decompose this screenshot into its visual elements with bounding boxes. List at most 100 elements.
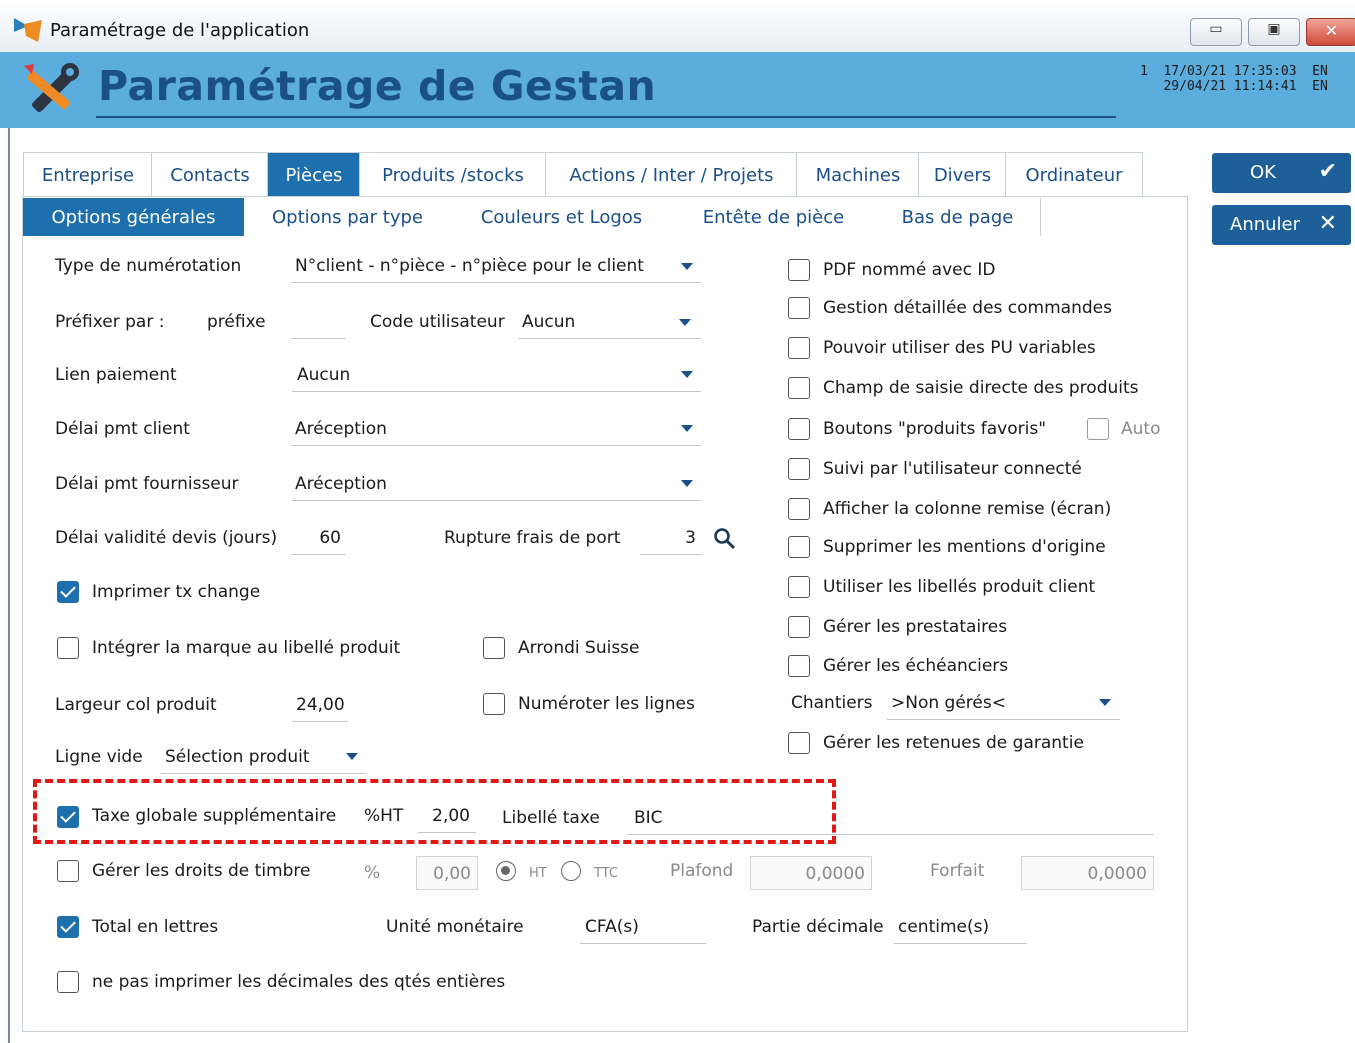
largeur-value: 24,00 (296, 695, 345, 715)
code-user-select[interactable]: Aucun (518, 312, 701, 339)
chantiers-label: Chantiers (791, 693, 873, 713)
ligne-vide-label: Ligne vide (55, 747, 143, 767)
chantiers-select[interactable]: >Non gérés< (887, 693, 1120, 720)
lien-paiement-value: Aucun (297, 365, 351, 385)
maximize-icon: ▣ (1267, 21, 1281, 37)
option-checkbox[interactable] (788, 297, 810, 319)
forfait-input[interactable]: 0,0000 (1021, 856, 1154, 890)
ligne-vide-select[interactable]: Sélection produit (161, 747, 366, 774)
tab-ordinateur[interactable]: Ordinateur (1005, 152, 1143, 197)
option-checkbox[interactable] (788, 377, 810, 399)
option-checkbox[interactable] (788, 616, 810, 638)
option-checkbox[interactable] (788, 418, 810, 440)
libelle-taxe-label: Libellé taxe (502, 808, 600, 828)
tx-change-label: Imprimer tx change (92, 582, 261, 602)
chantiers-value: >Non gérés< (891, 693, 1006, 713)
numeroter-checkbox[interactable] (483, 693, 505, 715)
tab-pieces[interactable]: Pièces (267, 152, 361, 197)
option-checkbox[interactable] (788, 576, 810, 598)
rupture-frais-value: 3 (685, 528, 696, 548)
marque-checkbox[interactable] (57, 637, 79, 659)
auto-checkbox[interactable] (1087, 418, 1109, 440)
option-label: Gérer les prestataires (823, 617, 1008, 637)
tab-divers[interactable]: Divers (918, 152, 1007, 197)
partie-decimale-value: centime(s) (898, 917, 990, 937)
retenues-checkbox[interactable] (788, 732, 810, 754)
option-label: Suivi par l'utilisateur connecté (823, 459, 1082, 479)
delai-fournisseur-value: Aréception (295, 474, 387, 494)
auto-label: Auto (1121, 419, 1161, 439)
option-checkbox[interactable] (788, 458, 810, 480)
taxe-globale-checkbox[interactable] (57, 806, 79, 828)
timbre-label: Gérer les droits de timbre (92, 861, 311, 881)
rupture-frais-label: Rupture frais de port (444, 528, 621, 548)
maximize-button[interactable]: ▣ (1248, 18, 1300, 46)
ttc-radio[interactable] (561, 861, 581, 881)
plafond-label: Plafond (670, 861, 734, 881)
ttc-label: TTC (594, 866, 618, 881)
option-checkbox[interactable] (788, 655, 810, 677)
tab-actions[interactable]: Actions / Inter / Projets (545, 152, 798, 197)
close-icon: ✕ (1324, 21, 1339, 40)
tab-contacts[interactable]: Contacts (151, 152, 269, 197)
largeur-label: Largeur col produit (55, 695, 217, 715)
option-label: Pouvoir utiliser des PU variables (823, 338, 1096, 358)
tab-machines[interactable]: Machines (796, 152, 920, 197)
timestamp-created: 1 17/03/21 17:35:03 EN (1140, 64, 1328, 79)
tab-produits-stocks[interactable]: Produits /stocks (359, 152, 547, 197)
delai-client-select[interactable]: Aréception (292, 419, 701, 446)
largeur-input[interactable]: 24,00 (292, 695, 348, 722)
tab-entreprise[interactable]: Entreprise (23, 152, 153, 197)
delai-client-label: Délai pmt client (55, 419, 190, 439)
plafond-input[interactable]: 0,0000 (750, 856, 872, 890)
libelle-taxe-input[interactable]: BIC (628, 808, 1154, 835)
partie-decimale-input[interactable]: centime(s) (894, 917, 1027, 944)
subtab-bas-de-page[interactable]: Bas de page (875, 198, 1041, 236)
numerotation-label: Type de numérotation (55, 256, 242, 276)
arrondi-checkbox[interactable] (483, 637, 505, 659)
prefixe-label: préfixe (207, 312, 266, 332)
search-icon[interactable] (713, 527, 737, 551)
option-label: Boutons "produits favoris" (823, 419, 1047, 439)
forfait-label: Forfait (930, 861, 985, 881)
chevron-down-icon (681, 371, 693, 378)
minimize-button[interactable]: ▭ (1190, 18, 1242, 46)
option-label: Gérer les échéanciers (823, 656, 1009, 676)
close-button[interactable]: ✕ (1306, 18, 1355, 46)
cancel-button[interactable]: Annuler ✕ (1212, 205, 1351, 245)
option-checkbox[interactable] (788, 337, 810, 359)
chevron-down-icon (681, 425, 693, 432)
subtab-options-par-type[interactable]: Options par type (244, 198, 452, 236)
rupture-frais-input[interactable]: 3 (640, 528, 702, 555)
option-checkbox[interactable] (788, 259, 810, 281)
decimales-checkbox[interactable] (57, 971, 79, 993)
window-left-border (8, 128, 10, 1043)
total-lettres-checkbox[interactable] (57, 916, 79, 938)
total-lettres-label: Total en lettres (92, 917, 219, 937)
prefixe-input[interactable] (292, 312, 346, 339)
lien-paiement-select[interactable]: Aucun (292, 365, 701, 392)
option-label: Gestion détaillée des commandes (823, 298, 1112, 318)
taxe-ht-input[interactable]: 2,00 (418, 806, 476, 833)
option-checkbox[interactable] (788, 536, 810, 558)
close-icon: ✕ (1318, 211, 1337, 236)
numerotation-select[interactable]: N°client - n°pièce - n°pièce pour le cli… (292, 256, 701, 283)
delai-fournisseur-select[interactable]: Aréception (292, 474, 701, 501)
option-label: PDF nommé avec ID (823, 260, 996, 280)
check-icon: ✔ (1318, 159, 1337, 184)
validite-devis-value: 60 (319, 528, 341, 548)
subtab-entete-piece[interactable]: Entête de pièce (672, 198, 876, 236)
option-label: Champ de saisie directe des produits (823, 378, 1139, 398)
tx-change-checkbox[interactable] (57, 581, 79, 603)
validite-devis-label: Délai validité devis (jours) (55, 528, 278, 548)
validite-devis-input[interactable]: 60 (292, 528, 346, 555)
subtab-couleurs-logos[interactable]: Couleurs et Logos (451, 198, 673, 236)
timbre-pct-input[interactable]: 0,00 (416, 856, 478, 890)
unite-monetaire-input[interactable]: CFA(s) (580, 917, 706, 944)
option-checkbox[interactable] (788, 498, 810, 520)
ok-button[interactable]: OK ✔ (1212, 153, 1351, 193)
timbre-checkbox[interactable] (57, 860, 79, 882)
ht-radio[interactable] (496, 861, 516, 881)
chevron-down-icon (346, 753, 358, 760)
subtab-options-generales[interactable]: Options générales (23, 198, 245, 236)
